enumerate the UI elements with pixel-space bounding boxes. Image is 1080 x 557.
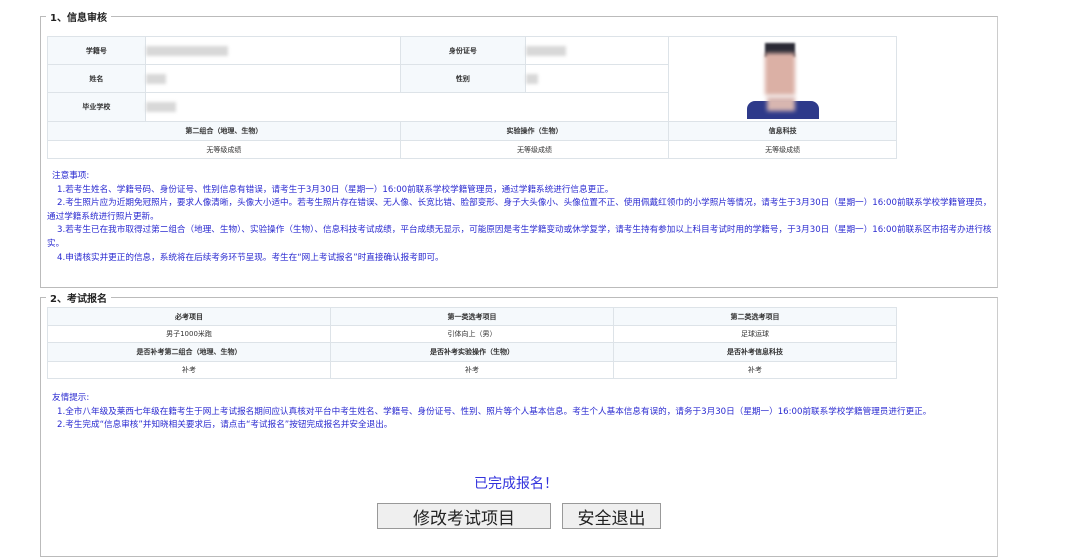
exam-items-table: 必考项目 第一类选考项目 第二类选考项目 男子1000米跑 引体向上（男） 足球… xyxy=(47,307,897,379)
elective1-header: 第一类选考项目 xyxy=(330,307,614,326)
retake-geo-bio-value: 补考 xyxy=(47,361,331,379)
notice-item: 1.若考生姓名、学籍号码、身份证号、性别信息有错误，请考生于3月30日（星期一）… xyxy=(57,184,614,195)
notice-item: 4.申请核实并更正的信息，系统将在后续考务环节呈现。考生在“网上考试报名”时直接… xyxy=(57,252,444,263)
tips-list: 友情提示: 1.全市八年级及莱西七年级在籍考生于网上考试报名期间应认真核对平台中… xyxy=(47,392,992,433)
score-header-lab: 实验操作（生物） xyxy=(399,121,670,141)
gender-label: 性别 xyxy=(399,64,526,93)
id-card-label: 身份证号 xyxy=(399,36,526,65)
modify-exam-items-button[interactable]: 修改考试项目 xyxy=(377,503,551,529)
score-lab: 无等级成绩 xyxy=(399,140,670,159)
notice-title: 注意事项: xyxy=(52,171,90,181)
id-card-value xyxy=(524,36,670,65)
school-label: 毕业学校 xyxy=(47,92,146,122)
gender-value xyxy=(524,64,670,93)
score-geo-bio: 无等级成绩 xyxy=(47,140,401,159)
retake-lab-header: 是否补考实验操作（生物） xyxy=(330,342,614,362)
required-item-header: 必考项目 xyxy=(47,307,331,326)
retake-it-value: 补考 xyxy=(613,361,897,379)
safe-exit-button[interactable]: 安全退出 xyxy=(562,503,661,529)
notice-list: 注意事项: 1.若考生姓名、学籍号码、身份证号、性别信息有错误，请考生于3月30… xyxy=(47,170,992,265)
registration-status: 已完成报名！ xyxy=(474,476,558,492)
tip-item: 2.考生完成“信息审核”并知晓相关要求后，请点击“考试报名”按钮完成报名并安全退… xyxy=(57,420,393,431)
student-photo xyxy=(668,36,897,122)
notice-item: 2.考生照片应为近期免冠照片，要求人像清晰，头像大小适中。若考生照片存在错误、无… xyxy=(47,198,992,222)
tips-title: 友情提示: xyxy=(52,393,90,403)
tip-item: 1.全市八年级及莱西七年级在籍考生于网上考试报名期间应认真核对平台中考生姓名、学… xyxy=(57,406,932,417)
required-item-value: 男子1000米跑 xyxy=(47,325,331,343)
elective2-value: 足球运球 xyxy=(613,325,897,343)
student-info-table: 学籍号 身份证号 姓名 性别 毕业学校 第二组合（地理、生物） 实验操作（生物）… xyxy=(47,36,897,159)
exam-registration-legend: 2、考试报名 xyxy=(46,290,111,305)
info-review-legend: 1、信息审核 xyxy=(46,9,111,24)
student-id-value xyxy=(144,36,401,65)
elective1-value: 引体向上（男） xyxy=(330,325,614,343)
retake-it-header: 是否补考信息科技 xyxy=(613,342,897,362)
name-label: 姓名 xyxy=(47,64,146,93)
score-it: 无等级成绩 xyxy=(668,140,897,159)
school-value xyxy=(144,92,670,122)
retake-lab-value: 补考 xyxy=(330,361,614,379)
elective2-header: 第二类选考项目 xyxy=(613,307,897,326)
name-value xyxy=(144,64,401,93)
notice-item: 3.若考生已在我市取得过第二组合（地理、生物）、实验操作（生物）、信息科技考试成… xyxy=(47,225,992,249)
score-header-geo-bio: 第二组合（地理、生物） xyxy=(47,121,401,141)
score-header-it: 信息科技 xyxy=(668,121,897,141)
student-id-label: 学籍号 xyxy=(47,36,146,65)
retake-geo-bio-header: 是否补考第二组合（地理、生物） xyxy=(47,342,331,362)
